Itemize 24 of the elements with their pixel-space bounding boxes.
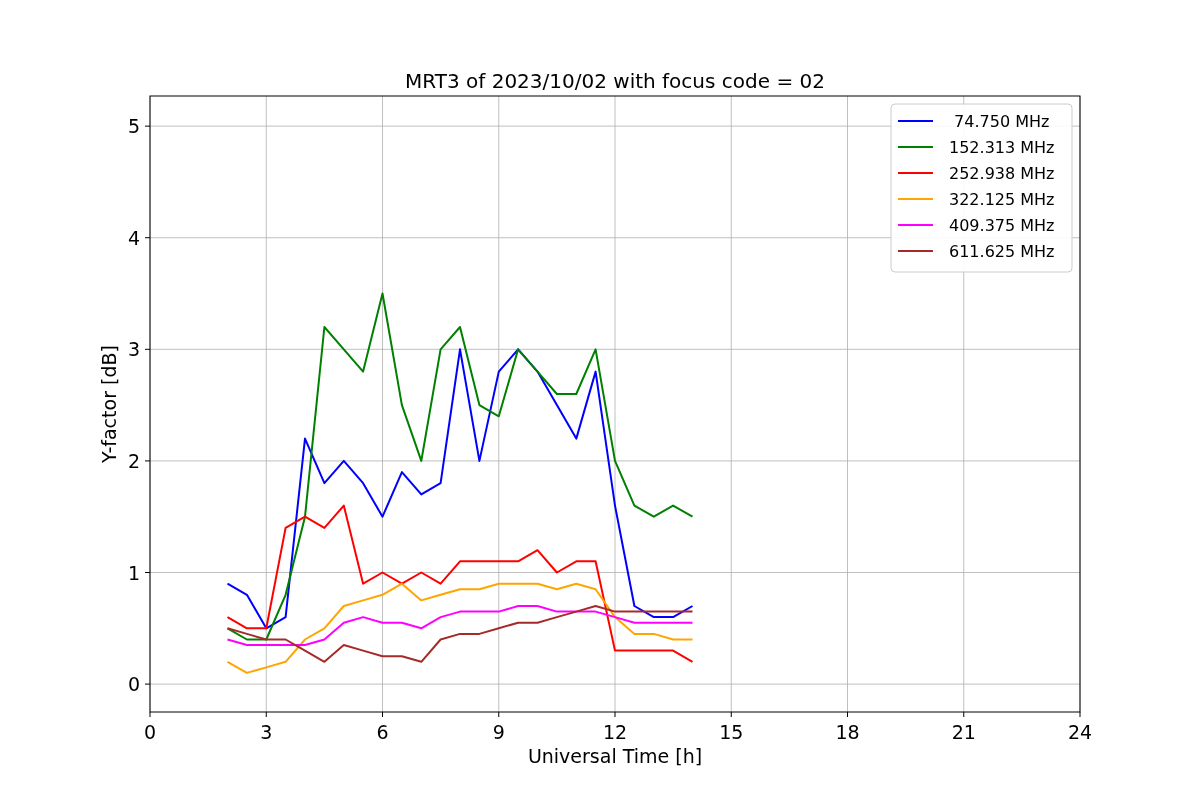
legend-label: 74.750 MHz bbox=[954, 112, 1050, 131]
x-tick-label: 18 bbox=[835, 721, 860, 743]
legend-label: 322.125 MHz bbox=[949, 190, 1055, 209]
y-tick-label: 3 bbox=[127, 338, 140, 361]
y-tick-label: 4 bbox=[127, 226, 140, 249]
legend-label: 252.938 MHz bbox=[949, 164, 1055, 183]
x-tick-label: 3 bbox=[260, 721, 273, 743]
legend-label: 409.375 MHz bbox=[949, 216, 1055, 235]
y-tick-label: 2 bbox=[127, 449, 140, 472]
chart-title: MRT3 of 2023/10/02 with focus code = 02 bbox=[405, 69, 825, 93]
x-tick-label: 15 bbox=[719, 721, 744, 743]
y-tick-label: 1 bbox=[127, 561, 140, 584]
y-axis-label: Y-factor [dB] bbox=[98, 345, 120, 463]
y-tick-label: 5 bbox=[127, 115, 140, 138]
legend-label: 152.313 MHz bbox=[949, 138, 1055, 157]
x-tick-label: 12 bbox=[602, 721, 628, 743]
x-tick-label: 24 bbox=[1067, 721, 1093, 743]
legend-label: 611.625 MHz bbox=[949, 242, 1055, 261]
y-tick-label: 0 bbox=[127, 673, 140, 696]
x-tick-label: 0 bbox=[143, 721, 157, 743]
x-tick-label: 21 bbox=[951, 721, 976, 743]
x-tick-label: 9 bbox=[492, 721, 505, 743]
x-axis-label: Universal Time [h] bbox=[527, 745, 703, 767]
x-tick-label: 6 bbox=[376, 721, 389, 743]
